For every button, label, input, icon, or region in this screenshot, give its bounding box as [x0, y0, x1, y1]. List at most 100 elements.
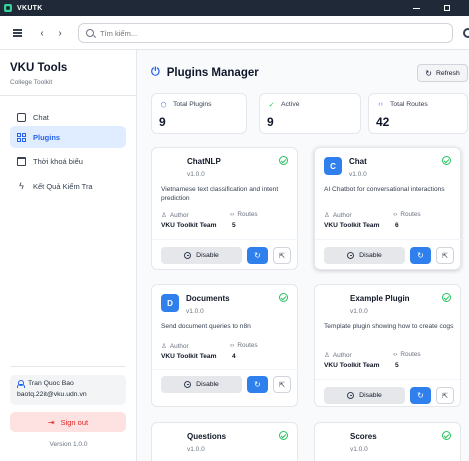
- disable-icon: [347, 252, 355, 259]
- chat-icon: [17, 112, 26, 122]
- plugin-card: C Chat v1.0.0 AI Chatbot for conversatio…: [314, 147, 462, 270]
- maximize-button[interactable]: [436, 0, 458, 16]
- plugin-card: Example Plugin v1.0.0 Template plugin sh…: [314, 284, 462, 407]
- open-external-button[interactable]: ⇱: [436, 247, 454, 264]
- disable-button[interactable]: Disable: [324, 247, 405, 264]
- disable-button[interactable]: Disable: [161, 247, 242, 264]
- sidebar-item-label: Kết Quả Kiểm Tra: [33, 181, 93, 191]
- reload-icon: ↻: [417, 251, 424, 260]
- plugin-card: Questions v1.0.0: [151, 422, 298, 461]
- check-circle-icon: [279, 293, 288, 302]
- check-circle-icon: [279, 431, 288, 440]
- minimize-icon: [412, 7, 420, 9]
- plugin-card: Scores v1.0.0: [314, 422, 461, 461]
- sidebar-item-label: Plugins: [33, 132, 61, 142]
- disable-button[interactable]: Disable: [324, 387, 405, 404]
- search-bar[interactable]: [78, 23, 453, 43]
- sidebar: VKU Tools College Toolkit Chat Plugins T…: [0, 50, 137, 461]
- user-name: Tran Quoc Bao: [28, 380, 74, 387]
- plugin-description: Send document queries to n8n: [161, 323, 251, 330]
- window-title: VKUTK: [17, 4, 43, 12]
- reload-button[interactable]: ↻: [410, 247, 431, 264]
- menu-button[interactable]: [9, 25, 25, 41]
- stat-value: 9: [159, 115, 166, 129]
- plugin-name: ChatNLP: [187, 157, 221, 166]
- plugin-routes: 4: [232, 353, 236, 360]
- code-icon: ‹›: [230, 342, 235, 349]
- plugin-card: D Documents v1.0.0 Send document queries…: [151, 284, 299, 407]
- grid-icon: [17, 132, 26, 142]
- open-external-button[interactable]: ⇱: [436, 387, 454, 404]
- reload-icon: ↻: [254, 251, 261, 260]
- external-link-icon: ⇱: [442, 392, 448, 400]
- refresh-button[interactable]: ↻ Refresh: [417, 64, 468, 82]
- plugin-routes: 5: [395, 362, 399, 369]
- user-icon: ♙: [324, 212, 330, 219]
- user-icon: ♙: [324, 352, 330, 359]
- brand-subtitle: College Toolkit: [10, 79, 53, 86]
- reload-button[interactable]: ↻: [247, 376, 268, 393]
- forward-button[interactable]: ›: [52, 25, 68, 41]
- refresh-label: Refresh: [435, 69, 460, 77]
- sign-out-button[interactable]: ⇥ Sign out: [10, 412, 126, 432]
- sidebar-divider: [0, 95, 137, 96]
- sidebar-item-chat[interactable]: Chat: [10, 106, 126, 128]
- stat-active: ✓ Active 9: [259, 93, 361, 134]
- plugin-badge: D: [161, 294, 179, 312]
- user-icon: [17, 380, 25, 388]
- author-label: Author: [332, 211, 352, 219]
- brand-title: VKU Tools: [10, 62, 68, 74]
- plugin-author: VKU Toolkit Team: [161, 222, 217, 229]
- plugin-version: v1.0.0: [350, 308, 368, 315]
- user-email: baotq.22it@vku.udn.vn: [17, 391, 87, 398]
- disable-icon: [184, 252, 192, 259]
- plugin-name: Scores: [350, 432, 377, 441]
- page-title-text: Plugins Manager: [166, 66, 259, 79]
- plugin-author: VKU Toolkit Team: [324, 362, 380, 369]
- minimize-button[interactable]: [405, 0, 427, 16]
- main-content: ⏻ Plugins Manager ↻ Refresh ⬡ Total Plug…: [137, 50, 469, 461]
- plugin-name: Example Plugin: [350, 294, 410, 303]
- author-label: Author: [169, 211, 189, 219]
- reload-button[interactable]: ↻: [247, 247, 268, 264]
- open-external-button[interactable]: ⇱: [273, 376, 291, 393]
- plugin-author: VKU Toolkit Team: [324, 222, 380, 229]
- reload-button[interactable]: ↻: [410, 387, 431, 404]
- plugin-version: v1.0.0: [187, 171, 205, 178]
- sign-out-icon: ⇥: [47, 417, 55, 427]
- routes-label: Routes: [237, 211, 258, 218]
- gear-icon[interactable]: [463, 28, 469, 38]
- sidebar-item-plugins[interactable]: Plugins: [10, 126, 126, 148]
- stat-total-plugins: ⬡ Total Plugins 9: [151, 93, 247, 134]
- top-toolbar: ‹ ›: [0, 16, 469, 50]
- stat-label: Total Routes: [390, 101, 428, 108]
- sidebar-item-test-results[interactable]: ϟ Kết Quả Kiểm Tra: [10, 175, 126, 197]
- bolt-icon: ϟ: [19, 181, 24, 191]
- back-button[interactable]: ‹: [34, 25, 50, 41]
- sidebar-item-timetable[interactable]: Thời khoá biểu: [10, 150, 126, 172]
- plugin-name: Questions: [187, 432, 227, 441]
- chevron-right-icon: ›: [58, 27, 62, 39]
- code-icon: ‹›: [393, 211, 398, 218]
- plugin-card: ChatNLP v1.0.0 Vietnamese text classific…: [151, 147, 299, 270]
- external-link-icon: ⇱: [279, 381, 285, 389]
- user-card: Tran Quoc Bao baotq.22it@vku.udn.vn: [10, 375, 126, 405]
- plugin-badge: C: [324, 157, 342, 175]
- plug-icon: ⏻: [151, 66, 160, 78]
- plugin-version: v1.0.0: [187, 446, 205, 453]
- stat-value: 9: [267, 115, 274, 129]
- external-link-icon: ⇱: [279, 252, 285, 260]
- search-input[interactable]: [100, 28, 400, 38]
- reload-icon: ↻: [417, 391, 424, 400]
- disable-button[interactable]: Disable: [161, 376, 242, 393]
- app-version: Version 1.0.0: [49, 441, 88, 448]
- plugin-version: v1.0.0: [349, 171, 367, 178]
- plugin-author: VKU Toolkit Team: [161, 353, 217, 360]
- author-label: Author: [332, 351, 352, 359]
- plugin-description: Vietnamese text classification and inten…: [161, 186, 279, 202]
- author-label: Author: [169, 342, 189, 350]
- maximize-icon: [444, 5, 450, 11]
- app-logo-icon: [4, 4, 12, 12]
- stat-label: Active: [281, 101, 300, 108]
- open-external-button[interactable]: ⇱: [273, 247, 291, 264]
